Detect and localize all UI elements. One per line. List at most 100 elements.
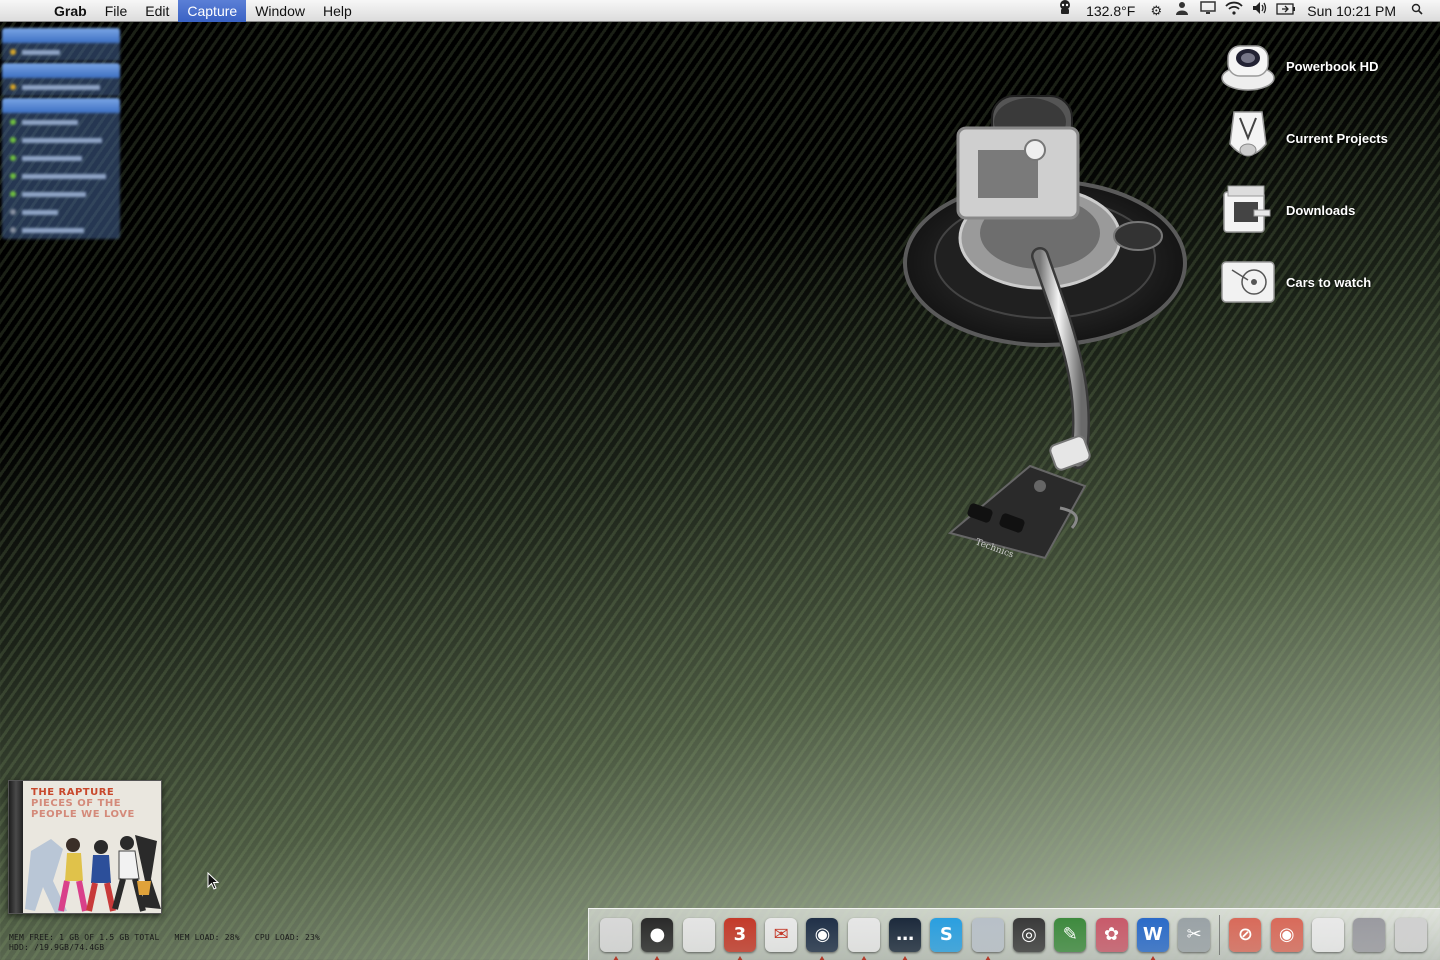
no-entry-folder-icon[interactable]: ⊘: [1226, 914, 1264, 956]
dock-separator: [1219, 914, 1221, 955]
ichat-icon-glyph: …: [889, 917, 922, 952]
buddy-group-header[interactable]: [2, 98, 120, 113]
cars-folder-icon: [1221, 261, 1275, 303]
mail-icon[interactable]: ✉: [762, 914, 800, 956]
itunes-icon-glyph: ◉: [806, 917, 839, 952]
gear-icon[interactable]: ⚙: [1143, 0, 1169, 22]
running-indicator: [613, 955, 619, 960]
album-cover-dancers: [25, 835, 161, 913]
dock: ● 3 ✉ ◉… S ◎ ✎ ✿ W ✂ ⊘ ◉: [588, 908, 1440, 960]
album-title-lettering: THE RAPTURE PIECES OF THE PEOPLE WE LOVE: [31, 787, 159, 820]
buddy-item[interactable]: [2, 221, 120, 239]
running-indicator: [984, 955, 991, 960]
camera-icon[interactable]: ◎: [1010, 914, 1048, 956]
calendar-icon-glyph: 3: [723, 917, 756, 952]
desktop-icon-cars-to-watch[interactable]: Cars to watch: [1218, 246, 1428, 318]
disc-folder-icon-glyph: ◉: [1270, 917, 1303, 952]
desktop-icon-current-projects[interactable]: Current Projects: [1218, 102, 1428, 174]
downloads-folder-icon: [1223, 185, 1271, 233]
menu-capture[interactable]: Capture: [178, 0, 247, 22]
feather-icon[interactable]: ✎: [1051, 914, 1089, 956]
mail-icon-glyph: ✉: [765, 917, 798, 952]
running-indicator: [1149, 955, 1156, 960]
clock[interactable]: Sun 10:21 PM: [1299, 0, 1404, 22]
buddy-item[interactable]: [2, 43, 120, 61]
buddy-item[interactable]: [2, 203, 120, 221]
text-edit-icon-glyph: [682, 917, 715, 952]
buddy-group-header[interactable]: [2, 28, 120, 43]
dashboard-icon[interactable]: ●: [638, 914, 676, 960]
desktop-icon-label: Cars to watch: [1286, 274, 1372, 290]
feather-icon-glyph: ✎: [1054, 917, 1087, 952]
buddy-item[interactable]: [2, 167, 120, 185]
menu-window[interactable]: Window: [246, 0, 314, 22]
buddy-item[interactable]: [2, 113, 120, 131]
disc-folder-icon[interactable]: ◉: [1268, 914, 1306, 956]
trash-icon[interactable]: [1392, 914, 1430, 956]
document-stack-icon[interactable]: [1309, 914, 1347, 956]
flower-icon[interactable]: ✿: [1093, 914, 1131, 956]
desktop-icons: Powerbook HD Current Projects Downloads …: [1218, 30, 1428, 318]
text-edit-icon[interactable]: [680, 914, 718, 956]
stand-icon[interactable]: [1350, 914, 1388, 956]
desktop-icon-label: Current Projects: [1286, 130, 1388, 146]
menu-edit[interactable]: Edit: [136, 0, 178, 22]
app-menu[interactable]: Grab: [44, 0, 96, 22]
cd-case-spine: [9, 781, 23, 913]
buddy-list-widget[interactable]: [2, 26, 120, 239]
volume-icon[interactable]: [1247, 0, 1273, 22]
album-record-name: PIECES OF THE PEOPLE WE LOVE: [31, 798, 135, 820]
utility-icon-glyph: ✂: [1178, 917, 1211, 952]
running-indicator: [860, 955, 867, 960]
itunes-icon[interactable]: ◉: [803, 914, 841, 960]
acrobat-icon[interactable]: [969, 914, 1007, 960]
album-band-name: THE RAPTURE: [31, 787, 115, 798]
menu-extras: 132.8°F ⚙ Sun 10:21 PM: [1052, 0, 1440, 22]
mouse-cursor-icon: [207, 872, 219, 890]
buddy-item[interactable]: [2, 185, 120, 203]
finder-icon-glyph: [600, 917, 632, 952]
buddy-group-header[interactable]: [2, 63, 120, 78]
battery-icon[interactable]: [1273, 0, 1299, 22]
word-icon[interactable]: W: [1134, 914, 1172, 960]
temperature-readout[interactable]: 132.8°F: [1078, 0, 1143, 22]
utility-icon[interactable]: ✂: [1175, 914, 1213, 956]
menu-file[interactable]: File: [96, 0, 137, 22]
ichat-icon[interactable]: …: [886, 914, 924, 960]
document-stack-icon-glyph: [1312, 917, 1345, 952]
turntable-tonearm-art: Technics: [903, 95, 1187, 561]
dock-documents: ⊘ ◉: [1226, 914, 1432, 956]
memory-cpu-stats: MEM FREE: 1 GB OF 1.5 GB TOTAL MEM LOAD:…: [9, 933, 321, 942]
user-icon[interactable]: [1169, 0, 1195, 22]
disk-stats: HDD: /19.9GB/74.4GB: [9, 943, 105, 952]
desktop-icon-downloads[interactable]: Downloads: [1218, 174, 1428, 246]
running-indicator: [902, 955, 909, 960]
system-stats-readout: MEM FREE: 1 GB OF 1.5 GB TOTAL MEM LOAD:…: [9, 933, 320, 953]
calendar-icon[interactable]: 3: [721, 914, 759, 960]
skype-icon[interactable]: S: [927, 914, 965, 956]
word-icon-glyph: W: [1136, 917, 1169, 952]
buddy-item[interactable]: [2, 131, 120, 149]
desktop-icon-powerbook-hd[interactable]: Powerbook HD: [1218, 30, 1428, 102]
dock-apps: ● 3 ✉ ◉ … S ◎ ✎ ✿ W ✂: [597, 914, 1216, 960]
preview-icon[interactable]: [845, 914, 883, 960]
running-indicator: [736, 955, 743, 960]
flower-icon-glyph: ✿: [1095, 917, 1128, 952]
buddy-item[interactable]: [2, 149, 120, 167]
wifi-icon[interactable]: [1221, 0, 1247, 22]
trash-icon-glyph: [1394, 917, 1427, 952]
hard-drive-icon: [1221, 45, 1275, 91]
album-art-widget[interactable]: THE RAPTURE PIECES OF THE PEOPLE WE LOVE: [8, 780, 162, 914]
spotlight-icon[interactable]: [1404, 0, 1430, 22]
buddy-item[interactable]: [2, 78, 120, 96]
projects-folder-icon: [1229, 111, 1267, 157]
acrobat-icon-glyph: [971, 917, 1004, 952]
menu-bar: Grab File Edit Capture Window Help 132.8…: [0, 0, 1440, 22]
menu-help[interactable]: Help: [314, 0, 361, 22]
stand-icon-glyph: [1353, 917, 1386, 952]
desktop-icon-label: Downloads: [1286, 202, 1356, 218]
display-icon[interactable]: [1195, 0, 1221, 22]
finder-icon[interactable]: [597, 914, 635, 960]
dashboard-icon-glyph: ●: [641, 917, 674, 952]
temp-sensor-icon[interactable]: [1052, 0, 1078, 22]
